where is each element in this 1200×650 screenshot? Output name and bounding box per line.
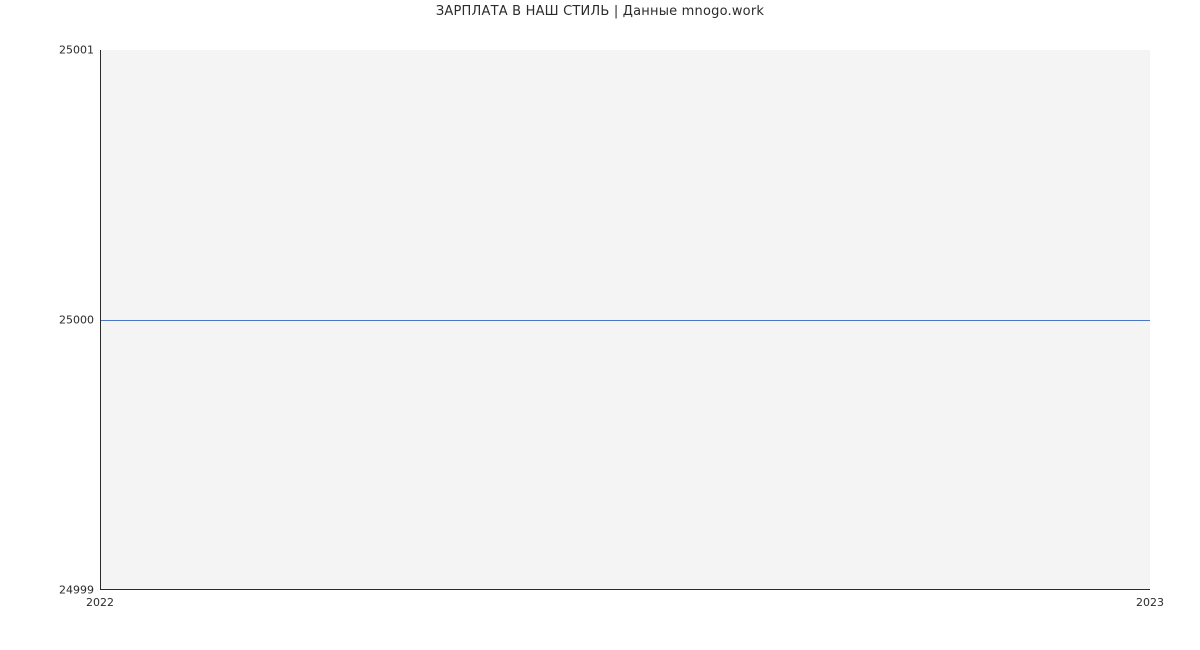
data-line: [101, 320, 1150, 321]
plot-area: [100, 50, 1150, 590]
ytick-middle: 25000: [59, 314, 94, 327]
salary-chart: ЗАРПЛАТА В НАШ СТИЛЬ | Данные mnogo.work…: [0, 0, 1200, 650]
xtick-left: 2022: [86, 596, 114, 609]
xtick-right: 2023: [1136, 596, 1164, 609]
chart-title: ЗАРПЛАТА В НАШ СТИЛЬ | Данные mnogo.work: [0, 4, 1200, 19]
ytick-bottom: 24999: [59, 584, 94, 597]
ytick-top: 25001: [59, 44, 94, 57]
